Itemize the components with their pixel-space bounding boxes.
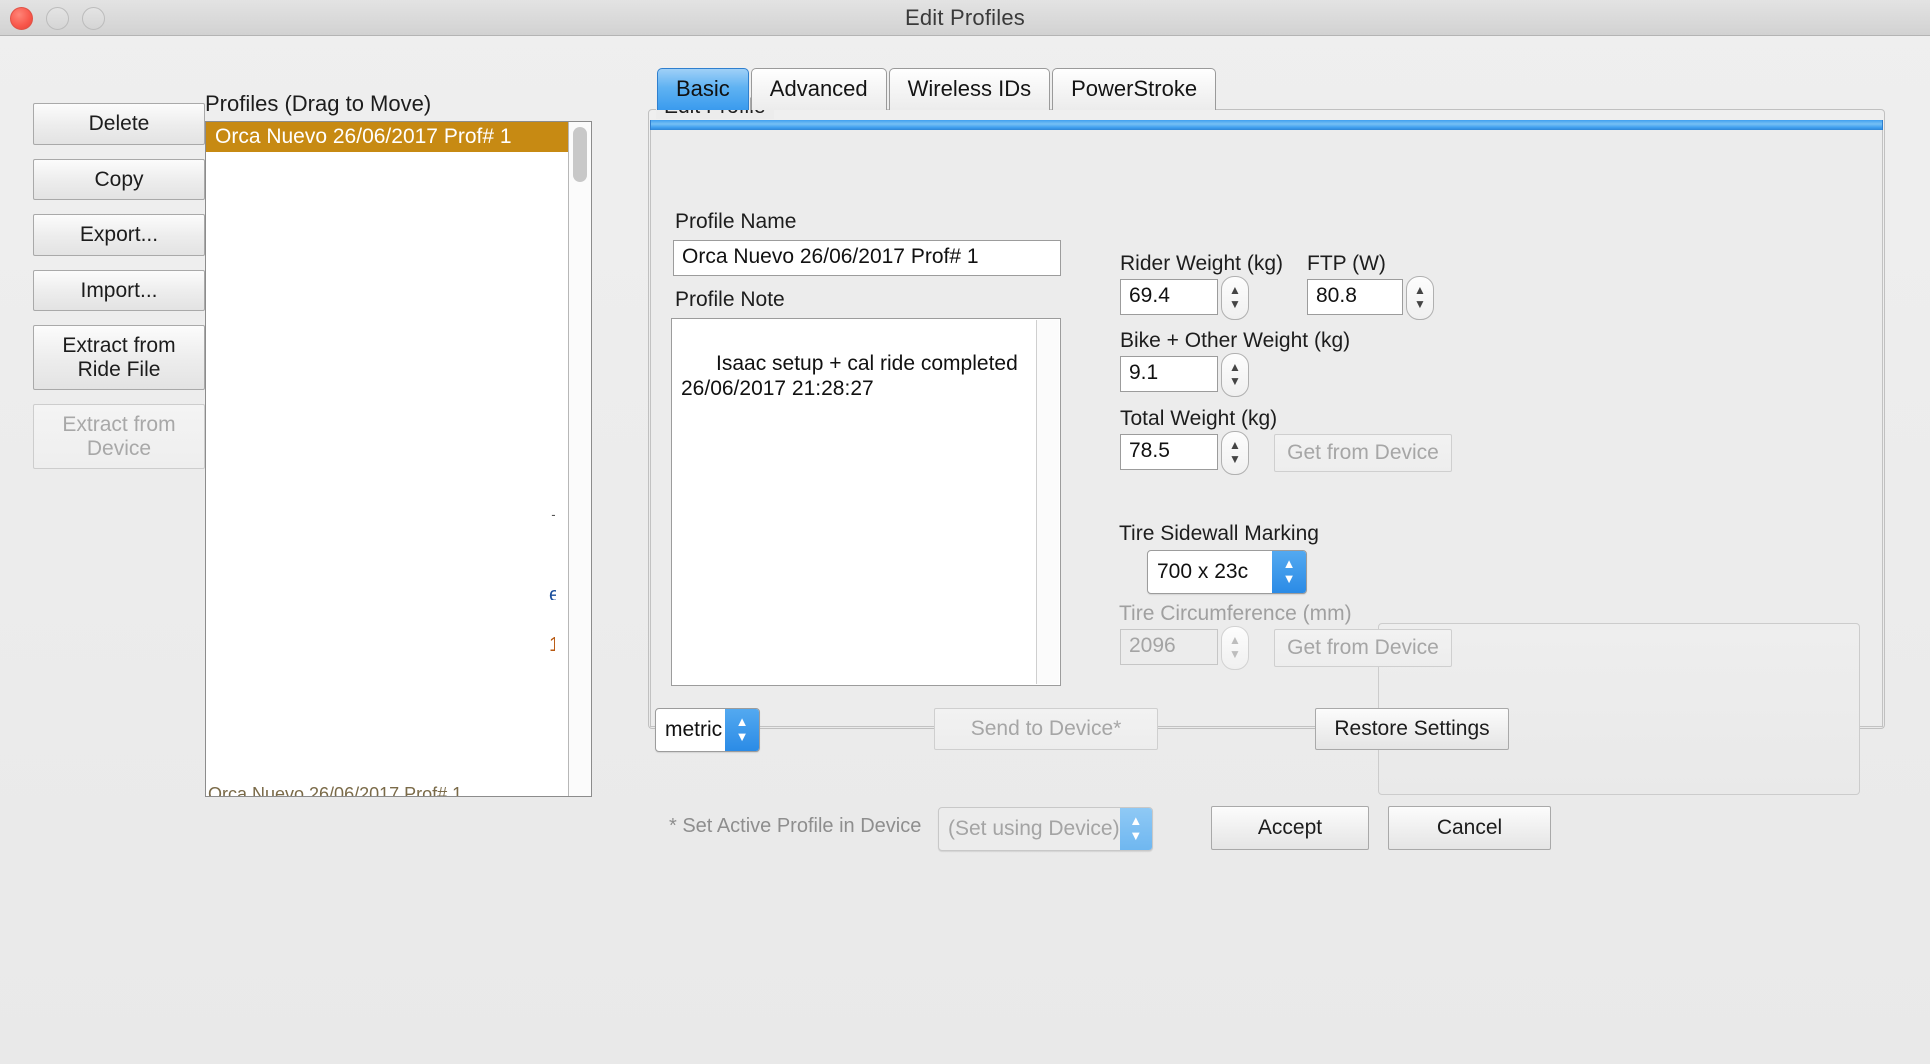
total-weight-label: Total Weight (kg) — [1120, 407, 1277, 431]
restore-settings-button[interactable]: Restore Settings — [1315, 708, 1509, 750]
tab-powerstroke[interactable]: PowerStroke — [1052, 68, 1216, 110]
tire-circumference-label: Tire Circumference (mm) — [1119, 602, 1352, 626]
dialog-body: Delete Copy Export... Import... Extract … — [0, 35, 1930, 1064]
tab-basic[interactable]: Basic — [657, 68, 749, 110]
extract-from-ride-file-button[interactable]: Extract from Ride File — [33, 325, 205, 390]
list-item[interactable]: Orca Nuevo 26/06/2017 Prof# 1 — [206, 122, 591, 152]
rider-weight-stepper[interactable]: ▲▼ — [1221, 276, 1249, 320]
tab-wireless-ids[interactable]: Wireless IDs — [889, 68, 1050, 110]
traffic-lights — [10, 7, 105, 30]
tire-sidewall-value: 700 x 23c — [1148, 551, 1272, 593]
chevron-updown-icon: ▲▼ — [1120, 808, 1152, 850]
profiles-list[interactable]: Orca Nuevo 26/06/2017 Prof# 1 - e 1 Orca… — [205, 121, 592, 797]
total-weight-input[interactable]: 78.5 — [1120, 434, 1218, 470]
scrollbar-thumb[interactable] — [573, 127, 587, 182]
active-profile-select[interactable]: (Set using Device) ▲▼ — [938, 807, 1153, 851]
ftp-label: FTP (W) — [1307, 252, 1386, 276]
maximize-button-icon[interactable] — [82, 7, 105, 30]
profile-name-label: Profile Name — [675, 210, 796, 234]
tire-circumference-stepper: ▲▼ — [1221, 626, 1249, 670]
units-value: metric — [656, 709, 725, 751]
edit-profiles-window: Edit Profiles Delete Copy Export... Impo… — [0, 0, 1930, 1064]
profiles-list-scrollbar[interactable] — [568, 122, 591, 796]
get-from-device-weight-button: Get from Device — [1274, 434, 1452, 472]
get-from-device-tire-button: Get from Device — [1274, 629, 1452, 667]
tab-advanced[interactable]: Advanced — [751, 68, 887, 110]
tire-sidewall-select[interactable]: 700 x 23c ▲▼ — [1147, 550, 1307, 594]
cancel-button[interactable]: Cancel — [1388, 806, 1551, 850]
accept-button[interactable]: Accept — [1211, 806, 1369, 850]
profile-note-scrollbar[interactable] — [1036, 320, 1059, 684]
chevron-updown-icon: ▲▼ — [1272, 551, 1306, 593]
tire-sidewall-label: Tire Sidewall Marking — [1119, 522, 1319, 546]
clipped-text-fragment: - — [551, 504, 555, 516]
extract-from-device-button: Extract from Device — [33, 404, 205, 469]
clipped-text-fragment: Orca Nuevo 26/06/2017 Prof# 1 — [208, 784, 578, 797]
tab-bar: Basic Advanced Wireless IDs PowerStroke — [657, 68, 1218, 110]
total-weight-stepper[interactable]: ▲▼ — [1221, 431, 1249, 475]
minimize-button-icon[interactable] — [46, 7, 69, 30]
tire-circumference-input: 2096 — [1120, 629, 1218, 665]
profile-note-textarea[interactable]: Isaac setup + cal ride completed 26/06/2… — [671, 318, 1061, 686]
profile-actions-sidebar: Delete Copy Export... Import... Extract … — [33, 103, 205, 483]
send-to-device-button: Send to Device* — [934, 708, 1158, 750]
copy-button[interactable]: Copy — [33, 159, 205, 201]
clipped-text-fragment: e — [549, 584, 556, 600]
bike-other-weight-input[interactable]: 9.1 — [1120, 356, 1218, 392]
active-profile-note: * Set Active Profile in Device — [669, 815, 921, 838]
profile-note-label: Profile Note — [675, 288, 785, 312]
window-titlebar: Edit Profiles — [0, 0, 1930, 36]
ftp-input[interactable]: 80.8 — [1307, 279, 1403, 315]
close-button-icon[interactable] — [10, 7, 33, 30]
clipped-text-fragment: 1 — [549, 634, 555, 652]
profiles-list-label: Profiles (Drag to Move) — [205, 91, 431, 117]
delete-button[interactable]: Delete — [33, 103, 205, 145]
active-profile-value: (Set using Device) — [939, 808, 1120, 850]
profile-note-text: Isaac setup + cal ride completed 26/06/2… — [681, 352, 1018, 401]
profile-name-input[interactable]: Orca Nuevo 26/06/2017 Prof# 1 — [673, 240, 1061, 276]
import-button[interactable]: Import... — [33, 270, 205, 312]
tab-active-indicator — [650, 120, 1883, 130]
rider-weight-input[interactable]: 69.4 — [1120, 279, 1218, 315]
export-button[interactable]: Export... — [33, 214, 205, 256]
rider-weight-label: Rider Weight (kg) — [1120, 252, 1283, 276]
units-select[interactable]: metric ▲▼ — [655, 708, 760, 752]
chevron-updown-icon: ▲▼ — [725, 709, 759, 751]
ftp-stepper[interactable]: ▲▼ — [1406, 276, 1434, 320]
bike-other-weight-stepper[interactable]: ▲▼ — [1221, 353, 1249, 397]
bike-other-weight-label: Bike + Other Weight (kg) — [1120, 329, 1350, 353]
window-title: Edit Profiles — [905, 5, 1025, 31]
